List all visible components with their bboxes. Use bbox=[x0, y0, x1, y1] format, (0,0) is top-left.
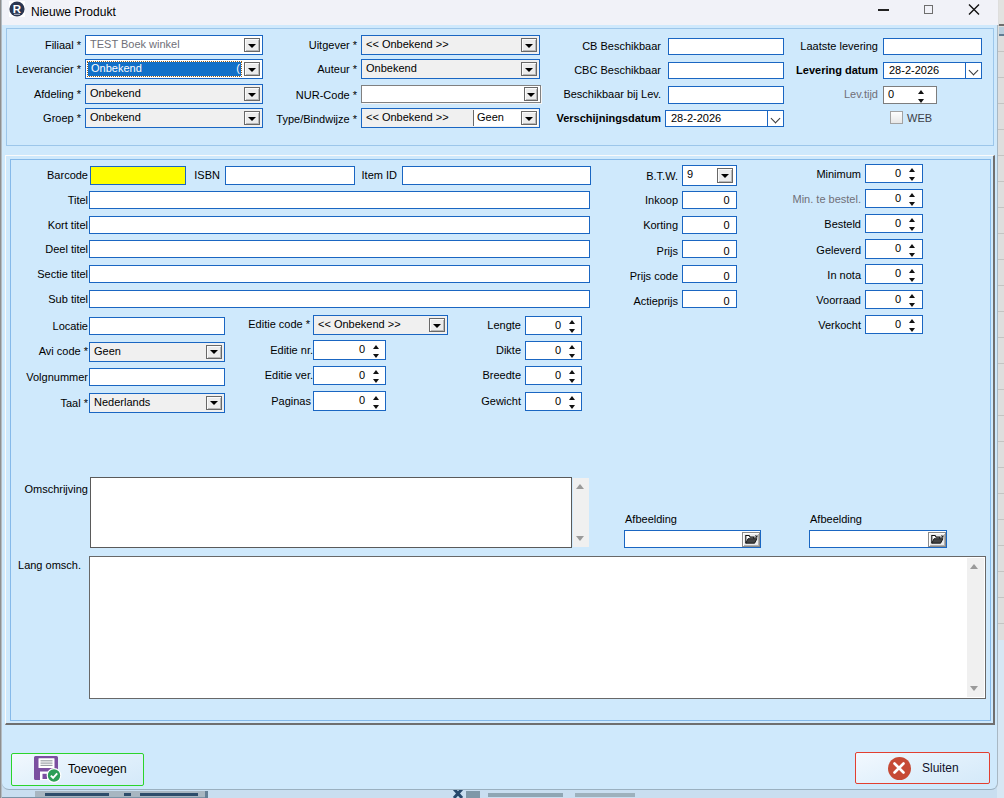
svg-text:R: R bbox=[13, 3, 22, 15]
